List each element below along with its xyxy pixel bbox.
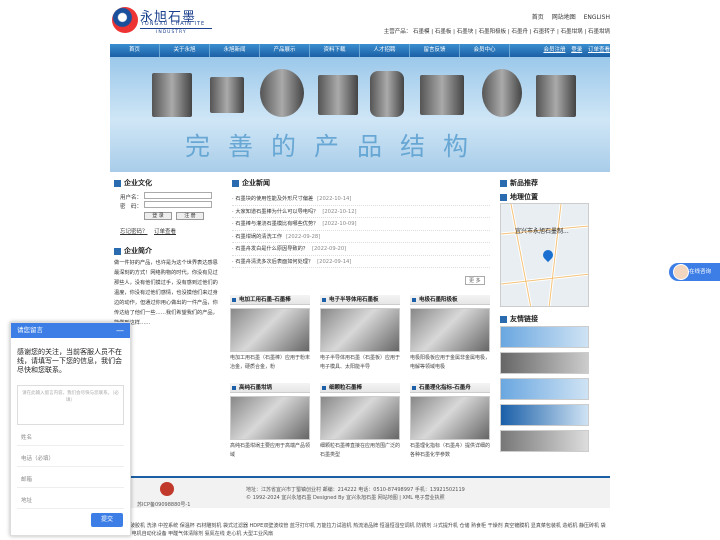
news-item[interactable]: · 石墨块的使用性能及外形尺寸偏差 [2022-10-14] xyxy=(232,193,490,206)
news-item[interactable]: · 石墨舟清洗多次后表面如何处理？ [2022-09-14] xyxy=(232,256,490,268)
location-title: 地理位置 xyxy=(500,192,538,202)
register-button[interactable]: 注 册 xyxy=(176,212,204,220)
nav-item-jobs[interactable]: 人才招聘 xyxy=(360,44,410,57)
product-card[interactable]: 电极石墨阳极板 电极阳极板应用于金属非金属电极，电解等领域电极 xyxy=(410,295,490,372)
phone-field[interactable]: 电话（必填） xyxy=(17,452,124,467)
logo-subtext: YONGXU CHAIN ITE xyxy=(141,21,206,27)
product-image[interactable] xyxy=(320,396,400,440)
intro-text: 做一件好的产品，也许是为这个世界表达感恩最深刻的方式！网络购物的时代，你没有见过… xyxy=(114,260,218,326)
nav-item-news[interactable]: 永旭新闻 xyxy=(210,44,260,57)
login-button[interactable]: 登 录 xyxy=(144,212,172,220)
product-image[interactable] xyxy=(230,308,310,352)
footer-address: 地址：江苏省宜兴市丁蜀镇创业村 邮编：214222 电话：0510-874989… xyxy=(246,487,465,493)
email-field[interactable]: 邮箱 xyxy=(17,473,124,488)
username-label: 用户名： xyxy=(120,195,143,201)
nav-item-downloads[interactable]: 资料下载 xyxy=(310,44,360,57)
product-card[interactable]: 高纯石墨坩埚 高纯石墨坩埚主要应用于高端产品领域 xyxy=(230,383,310,460)
minimize-icon[interactable]: — xyxy=(116,323,124,338)
product-title: 高纯石墨坩埚 xyxy=(230,383,310,393)
product-title: 电极石墨阳极板 xyxy=(410,295,490,305)
banner-slogan: 完善的产品结构 xyxy=(185,132,487,161)
avatar xyxy=(673,264,689,280)
product-desc: 电子半导体用石墨（石墨板）应用于电子模具、太阳能半导 xyxy=(320,355,401,370)
product-desc: 细颗粒石墨棒直接在应用范围广泛的石墨类型 xyxy=(320,443,401,458)
forgot-password-link[interactable]: 忘记密码？ xyxy=(120,227,148,235)
order-view-link[interactable]: 订单查看 xyxy=(154,227,176,235)
map-place-label: 宜兴市永旭石墨制... xyxy=(515,228,569,235)
news-list: · 石墨块的使用性能及外形尺寸偏差 [2022-10-14] · 大家知道石墨棒为… xyxy=(232,193,490,268)
main-products[interactable]: 主营产品： 石墨模 | 石墨板 | 石墨块 | 石墨阳极板 | 石墨舟 | 石墨… xyxy=(384,27,610,35)
product-image[interactable] xyxy=(410,308,490,352)
home-link[interactable]: 首页 xyxy=(532,14,544,21)
nav-item-feedback[interactable]: 留言反馈 xyxy=(410,44,460,57)
address-field[interactable]: 地址 xyxy=(17,494,124,509)
news-item[interactable]: · 石墨舟发白是什么原因导致的？ [2022-09-20] xyxy=(232,243,490,256)
nav-item-member[interactable]: 会员中心 xyxy=(460,44,510,57)
section-icon xyxy=(114,247,121,255)
password-label: 密 码： xyxy=(120,204,143,210)
username-input[interactable] xyxy=(144,192,212,199)
product-card[interactable]: 电加工用石墨-石墨棒 电加工用石墨（石墨棒）应用于粉末冶金，硬质合金，粉 xyxy=(230,295,310,372)
nav-login: 会员注册 登录 订单查看 xyxy=(539,44,610,57)
name-field[interactable]: 姓名 xyxy=(17,431,124,446)
product-card[interactable]: 石墨理化指标-石墨舟 石墨理化指标（石墨舟）提供详细的各种石墨化学参数 xyxy=(410,383,490,460)
product-desc: 电极阳极板应用于金属非金属电极，电解等领域电极 xyxy=(410,355,491,370)
product-title: 石墨理化指标-石墨舟 xyxy=(410,383,490,393)
nav-item-about[interactable]: 关于永旭 xyxy=(160,44,210,57)
product-card[interactable]: 电子半导体用石墨板 电子半导体用石墨（石墨板）应用于电子模具、太阳能半导 xyxy=(320,295,400,372)
news-more-button[interactable]: 更 多 xyxy=(465,276,485,285)
product-image[interactable] xyxy=(320,308,400,352)
product-image[interactable] xyxy=(230,396,310,440)
main-nav: 首页 关于永旭 永旭新闻 产品展示 资料下载 人才招聘 留言反馈 会员中心 xyxy=(110,44,510,57)
login-link[interactable]: 登录 xyxy=(571,47,582,53)
chat-message: 感谢您的关注，当前客服人员不在线，请填写一下您的信息，我们会尽快和您联系。 xyxy=(17,348,122,374)
logo-icon xyxy=(112,7,138,33)
product-desc: 高纯石墨坩埚主要应用于高端产品领域 xyxy=(230,443,311,458)
chat-submit-button[interactable]: 提交 xyxy=(91,513,123,527)
order-link[interactable]: 订单查看 xyxy=(588,47,610,53)
friend-links-title: 友情链接 xyxy=(500,314,538,324)
news-title: 企业新闻 xyxy=(232,178,270,188)
register-link[interactable]: 会员注册 xyxy=(543,47,565,53)
nav-item-products[interactable]: 产品展示 xyxy=(260,44,310,57)
section-icon xyxy=(500,179,507,187)
product-desc: 电加工用石墨（石墨棒）应用于粉末冶金，硬质合金，粉 xyxy=(230,355,311,370)
top-links: 首页 网站地图 ENGLISH xyxy=(526,12,610,21)
sitemap-link[interactable]: 网站地图 xyxy=(552,14,576,21)
nav-item-home[interactable]: 首页 xyxy=(110,44,160,57)
keyword-links[interactable]: 关键词：破胶机 洗涤 中控系统 保温杯 石材雕刻机 袋式过滤器 HDPE双壁波纹… xyxy=(110,522,610,540)
section-icon xyxy=(500,315,507,323)
police-emblem-icon xyxy=(160,482,174,496)
chat-header: 请您留言 — xyxy=(11,323,130,338)
chat-message-input[interactable]: 请在此输入留言内容，我们会尽快与您联系。（必填） xyxy=(17,385,124,425)
login-form: 用户名： 密 码： 登 录 注 册 忘记密码？ 订单查看 xyxy=(110,187,222,242)
product-desc: 石墨理化指标（石墨舟）提供详细的各种石墨化学参数 xyxy=(410,443,491,458)
friend-link-image[interactable] xyxy=(500,430,589,452)
friend-link-image[interactable] xyxy=(500,378,589,400)
product-title: 电加工用石墨-石墨棒 xyxy=(230,295,310,305)
chat-panel: 请您留言 — 感谢您的关注，当前客服人员不在线，请填写一下您的信息，我们会尽快和… xyxy=(10,322,131,536)
news-item[interactable]: · 石墨棒与灌浇石墨模比有哪些优势？ [2022-10-09] xyxy=(232,218,490,231)
friend-link-image[interactable] xyxy=(500,352,589,374)
product-title: 细颗粒石墨棒 xyxy=(320,383,400,393)
section-icon xyxy=(232,179,239,187)
password-input[interactable] xyxy=(144,201,212,208)
section-icon xyxy=(114,179,121,187)
logo-divider xyxy=(140,28,212,29)
product-title: 电子半导体用石墨板 xyxy=(320,295,400,305)
friend-link-image[interactable] xyxy=(500,326,589,348)
new-products-title: 新品推荐 xyxy=(500,178,538,188)
friend-link-image[interactable] xyxy=(500,404,589,426)
footer-copyright: © 1992-2024 宜兴永旭石墨 Designed By 宜兴永旭石墨 网站… xyxy=(246,495,445,501)
product-image[interactable] xyxy=(410,396,490,440)
news-item[interactable]: · 石墨坩埚的清洗工作 [2022-09-28] xyxy=(232,231,490,243)
product-card[interactable]: 细颗粒石墨棒 细颗粒石墨棒直接在应用范围广泛的石墨类型 xyxy=(320,383,400,460)
chat-title: 请您留言 xyxy=(17,326,43,334)
english-link[interactable]: ENGLISH xyxy=(584,14,610,21)
section-icon xyxy=(500,193,507,201)
logo-industry: INDUSTRY xyxy=(156,30,187,35)
intro-title: 企业简介 xyxy=(114,246,152,256)
icp-number[interactable]: 苏ICP备09098880号-1 xyxy=(137,501,190,508)
news-item[interactable]: · 大家知道石墨棒为什么可以导电吗？ [2022-10-12] xyxy=(232,206,490,218)
